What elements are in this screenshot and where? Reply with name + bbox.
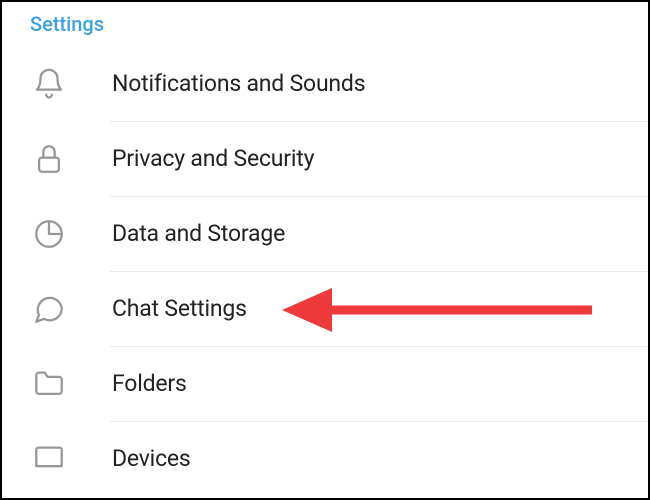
settings-item-privacy[interactable]: Privacy and Security bbox=[2, 121, 648, 196]
section-header-settings: Settings bbox=[2, 2, 648, 46]
settings-item-folders[interactable]: Folders bbox=[2, 346, 648, 421]
pie-icon bbox=[32, 217, 112, 251]
settings-item-label: Data and Storage bbox=[112, 220, 285, 247]
settings-item-label: Devices bbox=[112, 445, 191, 472]
lock-icon bbox=[32, 142, 112, 176]
settings-item-label: Chat Settings bbox=[112, 295, 247, 322]
settings-item-chat-settings[interactable]: Chat Settings bbox=[2, 271, 648, 346]
chat-icon bbox=[32, 292, 112, 326]
settings-item-data-storage[interactable]: Data and Storage bbox=[2, 196, 648, 271]
folder-icon bbox=[32, 367, 112, 401]
settings-item-label: Notifications and Sounds bbox=[112, 70, 365, 97]
bell-icon bbox=[32, 67, 112, 101]
settings-item-label: Folders bbox=[112, 370, 187, 397]
settings-list: Notifications and Sounds Privacy and Sec… bbox=[2, 46, 648, 496]
settings-item-devices[interactable]: Devices bbox=[2, 421, 648, 496]
settings-item-notifications[interactable]: Notifications and Sounds bbox=[2, 46, 648, 121]
settings-item-label: Privacy and Security bbox=[112, 145, 314, 172]
device-icon bbox=[32, 442, 112, 476]
